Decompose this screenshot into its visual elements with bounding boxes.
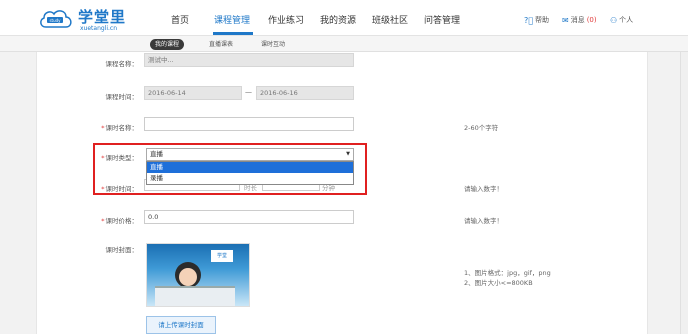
logo-badge: study xyxy=(49,18,61,23)
thumbnail-person-face xyxy=(179,268,197,286)
top-header: study 学堂里 xuetangli.cn 首页 课程管理 作业练习 我的资源… xyxy=(0,0,688,36)
lesson-name-hint: 2-60个字符 xyxy=(464,124,499,132)
logo-title: 学堂里 xyxy=(78,8,127,26)
course-name-field: 测试中... xyxy=(144,53,354,67)
page-scrollbar[interactable] xyxy=(680,52,688,334)
cover-size-hint: 2、图片大小<=800KB xyxy=(464,279,533,287)
nav-course-management[interactable]: 课程管理 xyxy=(214,13,250,26)
lesson-price-input[interactable]: 0.0 xyxy=(144,210,354,224)
cover-format-hint: 1、图片格式：jpg，gif，png xyxy=(464,269,551,277)
nav-home[interactable]: 首页 xyxy=(171,13,189,26)
thumbnail-books xyxy=(155,286,235,306)
tab-lesson-interaction[interactable]: 课时互动 xyxy=(256,39,290,50)
lesson-price-label-text: 课时价格： xyxy=(105,217,139,225)
messages-count: (0) xyxy=(586,16,597,24)
nav-my-resources[interactable]: 我的资源 xyxy=(320,13,356,26)
sub-navigation: 我的课程 直播课表 课时互动 xyxy=(0,36,688,52)
course-name-label: 课程名称： xyxy=(105,60,139,68)
thumbnail-logo-badge: 学堂 xyxy=(211,250,233,262)
logo[interactable]: study 学堂里 xuetangli.cn xyxy=(38,4,128,34)
logo-subtitle: xuetangli.cn xyxy=(80,25,118,32)
nav-class-community[interactable]: 班级社区 xyxy=(372,13,408,26)
messages-link[interactable]: ✉ 消息 (0) xyxy=(562,15,597,25)
lesson-duration-hint: 请输入数字！ xyxy=(464,185,503,193)
lesson-name-label: *课时名称： xyxy=(101,124,139,132)
user-icon: ⚇ xyxy=(610,15,618,25)
profile-label: 个人 xyxy=(619,16,634,24)
upload-cover-button[interactable]: 请上传课时封面 xyxy=(146,316,216,334)
date-separator: — xyxy=(245,88,252,96)
help-link[interactable]: ?⃝ 帮助 xyxy=(524,15,549,25)
tab-my-courses[interactable]: 我的课程 xyxy=(150,39,185,50)
messages-label: 消息 xyxy=(570,16,585,24)
nav-qa-management[interactable]: 问答管理 xyxy=(424,13,460,26)
tab-live-schedule[interactable]: 直播课表 xyxy=(204,39,238,50)
profile-link[interactable]: ⚇ 个人 xyxy=(610,15,633,25)
help-label: 帮助 xyxy=(535,16,550,24)
active-nav-indicator xyxy=(213,32,253,35)
course-end-date: 2016-06-16 xyxy=(256,86,354,100)
lesson-cover-label: 课时封面： xyxy=(105,246,139,254)
lesson-price-hint: 请输入数字！ xyxy=(464,217,503,225)
mail-icon: ✉ xyxy=(562,15,569,25)
cloud-logo-icon: study xyxy=(40,10,72,28)
course-time-label: 课程时间： xyxy=(105,93,139,101)
course-start-date: 2016-06-14 xyxy=(144,86,242,100)
lesson-name-label-text: 课时名称： xyxy=(105,124,139,132)
nav-homework[interactable]: 作业练习 xyxy=(268,13,304,26)
help-icon: ?⃝ xyxy=(524,15,534,25)
lesson-price-label: *课时价格： xyxy=(101,217,139,225)
lesson-cover-thumbnail: 学堂 xyxy=(146,243,250,307)
lesson-name-input[interactable] xyxy=(144,117,354,131)
lesson-type-highlight-box xyxy=(93,143,367,195)
